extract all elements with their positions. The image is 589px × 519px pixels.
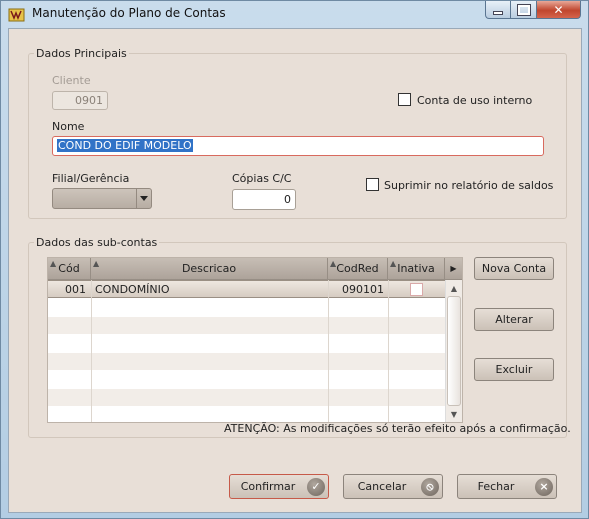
table-header: ▲ Cód ▲ Descricao ▲ CodRed ▲ Inativa ▶ bbox=[48, 258, 462, 280]
close-icon: ✕ bbox=[553, 2, 564, 17]
row-codred: 090101 bbox=[342, 283, 384, 296]
subcontas-table: ▲ Cód ▲ Descricao ▲ CodRed ▲ Inativa ▶ 0… bbox=[47, 257, 463, 423]
empty-row bbox=[48, 335, 445, 353]
title-bar[interactable]: Manutenção do Plano de Contas ✕ bbox=[1, 1, 588, 27]
column-header-inativa[interactable]: ▲ Inativa bbox=[388, 258, 445, 280]
row-inativa-checkbox[interactable] bbox=[410, 283, 423, 296]
conta-uso-interno-label[interactable]: Conta de uso interno bbox=[417, 94, 532, 107]
row-descricao: CONDOMÍNIO bbox=[95, 283, 170, 296]
conta-uso-interno-checkbox[interactable] bbox=[398, 93, 411, 106]
suprimir-checkbox[interactable] bbox=[366, 178, 379, 191]
minimize-button[interactable] bbox=[485, 1, 511, 19]
column-header-descricao[interactable]: ▲ Descricao bbox=[91, 258, 328, 280]
window-title: Manutenção do Plano de Contas bbox=[32, 6, 226, 20]
minimize-icon bbox=[486, 1, 510, 18]
empty-row bbox=[48, 353, 445, 371]
folder-app-icon bbox=[8, 8, 25, 22]
main-data-legend: Dados Principais bbox=[34, 47, 129, 60]
maximize-button[interactable] bbox=[511, 1, 537, 19]
cancelar-label: Cancelar bbox=[357, 480, 407, 493]
cliente-label: Cliente bbox=[52, 74, 91, 87]
confirmation-notice: ATENÇÃO: As modificações só terão efeito… bbox=[224, 422, 571, 435]
nome-field[interactable]: COND DO EDIF MODELO bbox=[52, 136, 544, 156]
copias-label: Cópias C/C bbox=[232, 172, 292, 185]
empty-row bbox=[48, 317, 445, 335]
suprimir-label[interactable]: Suprimir no relatório de saldos bbox=[384, 179, 553, 192]
row-cod: 001 bbox=[65, 283, 86, 296]
column-header-codred[interactable]: ▲ CodRed bbox=[328, 258, 388, 280]
nome-label: Nome bbox=[52, 120, 85, 133]
close-circle-icon: × bbox=[535, 478, 553, 496]
alterar-button[interactable]: Alterar bbox=[474, 308, 554, 331]
fechar-button[interactable]: Fechar × bbox=[457, 474, 557, 499]
filial-label: Filial/Gerência bbox=[52, 172, 130, 185]
confirmar-button[interactable]: Confirmar ✓ bbox=[229, 474, 329, 499]
dialog-window: Manutenção do Plano de Contas ✕ Dados Pr… bbox=[0, 0, 589, 519]
check-icon: ✓ bbox=[307, 478, 325, 496]
column-header-cod[interactable]: ▲ Cód bbox=[48, 258, 91, 280]
empty-row bbox=[48, 371, 445, 389]
cancel-icon: ⦸ bbox=[421, 478, 439, 496]
empty-row bbox=[48, 299, 445, 317]
excluir-button[interactable]: Excluir bbox=[474, 358, 554, 381]
scroll-thumb[interactable] bbox=[447, 296, 461, 406]
chevron-down-icon[interactable] bbox=[136, 189, 151, 208]
cancelar-button[interactable]: Cancelar ⦸ bbox=[343, 474, 443, 499]
confirmar-label: Confirmar bbox=[240, 480, 296, 493]
scroll-up-icon[interactable]: ▲ bbox=[446, 280, 462, 296]
cliente-field: 0901 bbox=[52, 91, 108, 110]
dialog-body: Dados Principais Cliente 0901 Conta de u… bbox=[8, 28, 582, 513]
nome-selected-text: COND DO EDIF MODELO bbox=[57, 139, 193, 152]
nova-conta-button[interactable]: Nova Conta bbox=[474, 257, 554, 280]
scroll-down-icon[interactable]: ▼ bbox=[446, 406, 462, 422]
fechar-label: Fechar bbox=[477, 480, 515, 493]
subcontas-legend: Dados das sub-contas bbox=[34, 236, 160, 249]
empty-row bbox=[48, 407, 445, 422]
filial-select[interactable] bbox=[52, 188, 152, 209]
header-more-icon[interactable]: ▶ bbox=[445, 258, 462, 280]
table-scrollbar[interactable]: ▲ ▼ bbox=[445, 280, 462, 422]
empty-row bbox=[48, 389, 445, 407]
copias-field[interactable]: 0 bbox=[232, 189, 296, 210]
maximize-icon bbox=[511, 1, 536, 18]
close-window-button[interactable]: ✕ bbox=[537, 1, 581, 19]
table-row[interactable]: 001 CONDOMÍNIO 090101 bbox=[48, 280, 445, 298]
